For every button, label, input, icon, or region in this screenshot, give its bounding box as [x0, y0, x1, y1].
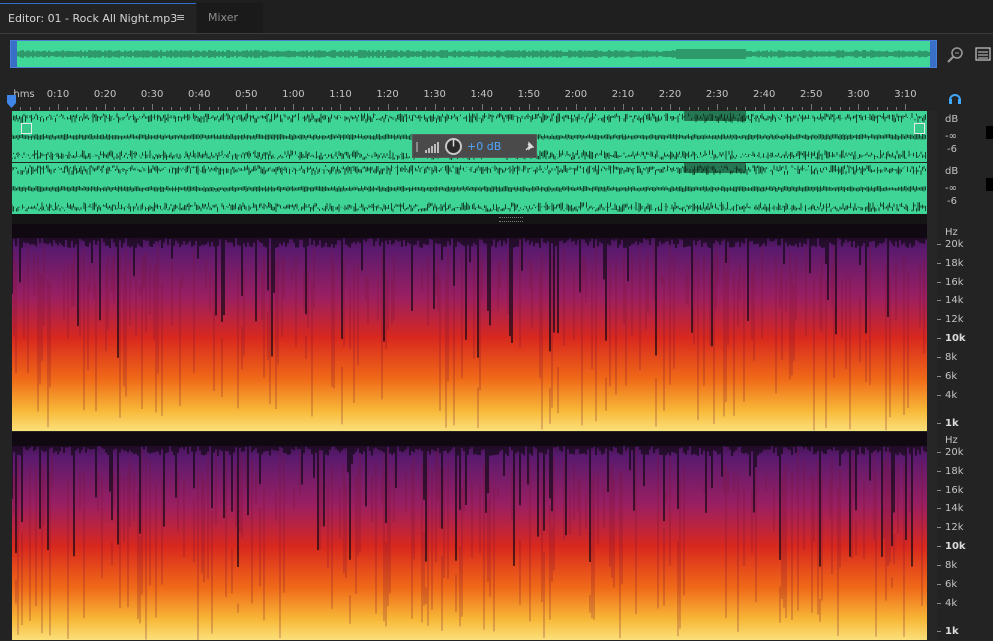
hz-label: 8k [945, 560, 958, 571]
ruler-unit-label: hms [13, 89, 35, 100]
spectral-view-right[interactable] [12, 432, 927, 640]
hz-label: 16k [945, 277, 964, 288]
tab-menu-icon[interactable]: ≡ [176, 11, 185, 24]
ruler-tick-label: 0:30 [140, 89, 164, 100]
ruler-tick-label: 2:40 [752, 89, 776, 100]
ruler-tick-label: 1:30 [423, 89, 446, 100]
hz-label: 6k [945, 579, 958, 590]
ruler-tick-label: 3:10 [894, 89, 917, 100]
ruler-tick-label: 2:50 [800, 89, 823, 100]
db-label-minus-6: -6 [947, 144, 957, 155]
hz-label: 12k [945, 522, 964, 533]
hz-unit-label: Hz [945, 435, 958, 446]
view-divider-handle[interactable] [12, 214, 927, 224]
hz-scale-left: Hz 20k 18k 16k 14k 12k 10k 8k 6k 4k 1k [937, 224, 993, 431]
volume-hud[interactable]: +0 dB [412, 134, 537, 158]
db-label-minus-6: -6 [947, 196, 957, 207]
ruler-tick-label: 1:50 [517, 89, 541, 100]
hz-label: 20k [945, 239, 964, 250]
ruler-tick-label: 2:30 [705, 89, 729, 100]
ruler-tick-label: 2:00 [564, 89, 588, 100]
volume-bars-icon [416, 142, 439, 153]
db-label-neg-inf: -∞ [945, 183, 957, 194]
hz-scale-right: Hz 20k 18k 16k 14k 12k 10k 8k 6k 4k 1k [937, 432, 993, 640]
waveform-channel-right[interactable] [12, 163, 927, 214]
spectral-view-left[interactable] [12, 224, 927, 431]
hz-unit-label: Hz [945, 227, 958, 238]
db-scale-right: dB -∞ -6 [937, 163, 993, 214]
ruler-tick-label: 2:20 [658, 89, 682, 100]
ruler-tick-label: 1:00 [282, 89, 305, 100]
overview-left-handle[interactable] [11, 41, 17, 67]
vertical-scroll-strip[interactable] [927, 111, 937, 640]
ruler-tick-label: 1:40 [470, 89, 493, 100]
hz-label: 10k [945, 333, 966, 344]
overview-right-handle[interactable] [930, 41, 936, 67]
db-scale-left: dB -∞ -6 [937, 111, 993, 162]
hz-label: 1k [945, 626, 959, 637]
hz-label: 16k [945, 485, 964, 496]
ruler-tick-label: 0:10 [46, 89, 70, 100]
hz-label: 14k [945, 503, 964, 514]
hud-gain-value: +0 dB [467, 140, 502, 153]
playhead-marker[interactable] [7, 94, 16, 108]
ruler-tick-label: 1:20 [376, 89, 399, 100]
ruler-tick-label: 0:40 [188, 89, 211, 100]
zoom-magnifier-icon[interactable] [946, 44, 966, 64]
hz-label: 4k [945, 598, 958, 609]
hz-label: 1k [945, 418, 959, 429]
overview-navigator[interactable] [10, 40, 937, 68]
fade-in-handle[interactable] [21, 123, 32, 134]
hz-label: 6k [945, 371, 958, 382]
ruler-tick-label: 1:10 [329, 89, 352, 100]
tab-editor[interactable]: Editor: 01 - Rock All Night.mp3 ≡ [0, 3, 196, 33]
hz-label: 14k [945, 295, 964, 306]
ruler-tick-label: 0:50 [235, 89, 258, 100]
hz-label: 8k [945, 352, 958, 363]
overview-waveform [10, 49, 936, 59]
panel-menu-icon[interactable] [975, 46, 991, 61]
db-label-neg-inf: -∞ [945, 131, 957, 142]
ruler-tick-label: 3:00 [847, 89, 870, 100]
tab-mixer[interactable]: Mixer [197, 3, 263, 33]
hz-label: 18k [945, 466, 964, 477]
hz-label: 18k [945, 258, 964, 269]
db-unit-label: dB [945, 114, 959, 125]
gain-knob-icon[interactable] [444, 137, 463, 156]
ruler-tick-label: 0:20 [93, 89, 117, 100]
ruler-tick-label: 2:10 [611, 89, 635, 100]
pin-icon[interactable] [523, 141, 535, 153]
tab-mixer-label: Mixer [208, 11, 239, 24]
hz-label: 4k [945, 390, 958, 401]
time-ruler[interactable]: hms 0:10 0:20 0:30 0:40 0:50 1:00 1:10 1:20 1:30… [10, 86, 937, 110]
db-unit-label: dB [945, 166, 959, 177]
hz-label: 10k [945, 541, 966, 552]
hz-label: 20k [945, 447, 964, 458]
tab-editor-label: Editor: 01 - Rock All Night.mp3 [8, 12, 178, 25]
headphones-icon[interactable] [948, 90, 962, 104]
fade-out-handle[interactable] [914, 123, 925, 134]
hz-label: 12k [945, 314, 964, 325]
